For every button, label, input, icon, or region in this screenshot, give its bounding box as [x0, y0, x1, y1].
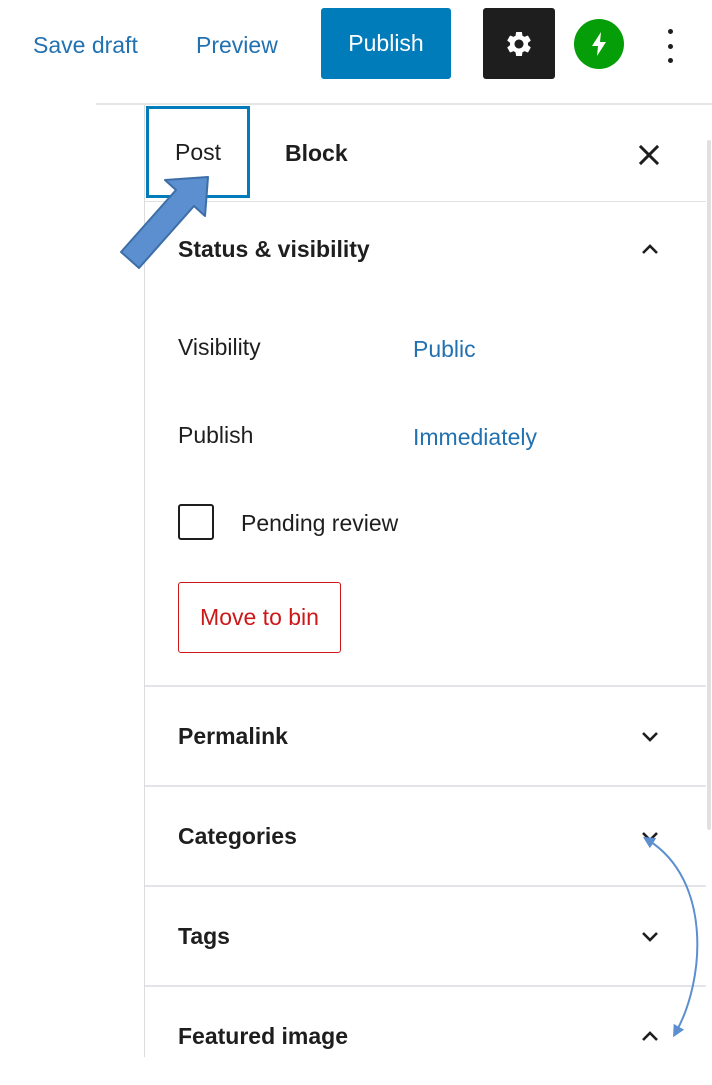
- jetpack-button[interactable]: [574, 19, 624, 69]
- close-sidebar-button[interactable]: [625, 131, 673, 179]
- publish-button[interactable]: Publish: [321, 8, 451, 79]
- close-icon: [638, 144, 660, 166]
- preview-button[interactable]: Preview: [196, 32, 278, 59]
- panel-categories[interactable]: Categories: [145, 787, 707, 885]
- chevron-down-icon: [642, 732, 658, 742]
- panel-title: Status & visibility: [178, 235, 370, 262]
- tab-block[interactable]: Block: [269, 105, 364, 201]
- chevron-up-icon: [642, 244, 658, 254]
- chevron-up-icon: [642, 1031, 658, 1041]
- panel-status-visibility[interactable]: Status & visibility: [145, 202, 707, 296]
- settings-button[interactable]: [483, 8, 555, 79]
- panel-permalink[interactable]: Permalink: [145, 687, 707, 785]
- chevron-down-icon: [642, 932, 658, 942]
- more-options-button[interactable]: [657, 26, 683, 66]
- move-to-bin-button[interactable]: Move to bin: [178, 582, 341, 653]
- visibility-label: Visibility: [178, 334, 261, 360]
- gear-icon: [507, 31, 531, 56]
- save-draft-button[interactable]: Save draft: [33, 32, 138, 59]
- pending-review-label[interactable]: Pending review: [241, 510, 398, 537]
- panel-tags[interactable]: Tags: [145, 887, 707, 985]
- more-vertical-icon: [667, 29, 673, 34]
- panel-title: Featured image: [178, 1022, 348, 1049]
- publish-label: Publish: [178, 422, 254, 448]
- panel-featured-image[interactable]: Featured image: [145, 987, 707, 1085]
- sidebar-tabs: Post Block: [145, 105, 707, 202]
- chevron-down-icon: [642, 832, 658, 842]
- publish-date-value[interactable]: Immediately: [413, 424, 537, 451]
- sidebar-scrollbar-thumb[interactable]: [707, 140, 711, 830]
- panel-title: Tags: [178, 922, 230, 949]
- visibility-value[interactable]: Public: [413, 336, 476, 363]
- tab-post[interactable]: Post: [146, 106, 250, 198]
- settings-sidebar: Post Block Status & visibility Visibilit…: [144, 105, 707, 1057]
- panel-title: Categories: [178, 822, 297, 849]
- editor-toolbar: Save draft Preview Publish: [0, 0, 712, 96]
- jetpack-bolt-icon: [592, 32, 606, 56]
- panel-title: Permalink: [178, 722, 288, 749]
- pending-review-checkbox[interactable]: [178, 504, 214, 540]
